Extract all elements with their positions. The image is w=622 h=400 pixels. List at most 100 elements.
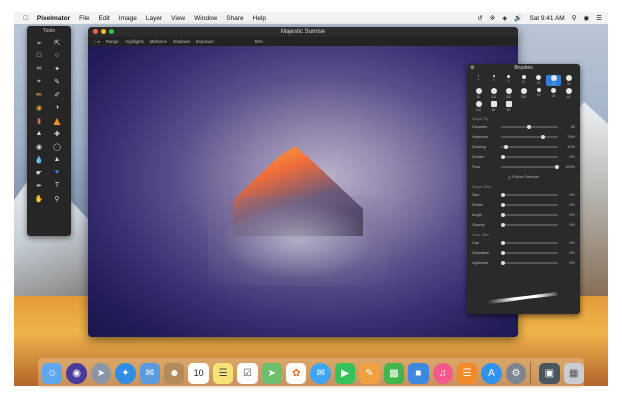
zoom-icon[interactable]: ⚲ [49,194,65,203]
exposure-value[interactable]: 50% [255,39,263,44]
brush-preset[interactable]: 15 [531,75,546,86]
scatter-row[interactable]: Scatter 0% [467,152,580,162]
brush-preset[interactable]: 1 [471,75,486,86]
image-canvas[interactable] [88,46,518,337]
brush-preset[interactable]: 60 [501,101,516,112]
window-titlebar[interactable]: Majestic Sunrise [88,27,518,37]
clock[interactable]: Sat 9:41 AM [529,15,564,22]
pages-icon[interactable]: ✎ [359,362,380,384]
brush-preset[interactable]: 150 [501,88,516,99]
flow-row[interactable]: Flow 100% [467,162,580,172]
numbers-icon[interactable]: ▩ [383,362,405,384]
follow-direction-checkbox[interactable]: ☐ Follow Direction [467,172,580,182]
clone-stamp-icon[interactable]: ▲ [31,129,47,138]
flame-icon[interactable]: ▲ [49,114,65,128]
brush-preset[interactable]: 100 [486,88,501,99]
hand-icon[interactable]: ✋ [31,194,47,203]
eyedropper-icon[interactable]: ✎ [49,77,65,86]
brush-preset[interactable]: 20 [546,88,561,99]
ellipse-select-icon[interactable]: ○ [49,51,65,60]
maps-icon[interactable]: ➤ [261,362,283,384]
facetime-icon[interactable]: ▶ [334,362,356,384]
hue-jitter-row[interactable]: Hue 0% [467,238,580,248]
smudge-icon[interactable]: ☛ [31,168,47,177]
appstore-icon[interactable]: A [481,362,502,384]
calendar-icon[interactable]: 10 [188,362,209,384]
angle-jitter-row[interactable]: Angle 0% [467,210,580,220]
heal-icon[interactable]: ✚ [49,129,65,138]
spacing-row[interactable]: Spacing 10% [467,142,580,152]
magic-wand-icon[interactable]: ✦ [49,64,65,73]
shadows-radio[interactable]: Shadows [173,39,190,44]
brush-preset[interactable]: 10 [531,88,546,99]
brush-preset-selected[interactable]: 20 [546,75,561,86]
paint-bucket-icon[interactable]: ◉ [31,103,47,112]
brush-preset[interactable]: 3 [486,75,501,86]
type-icon[interactable]: T [49,181,65,190]
red-eye-icon[interactable]: ◉ [31,142,47,151]
lasso-icon[interactable]: ∞ [31,64,47,73]
bluetooth-icon[interactable]: ※ [490,14,495,22]
brush-preset[interactable]: 80 [486,101,501,112]
gradient-icon[interactable]: ◑ [49,103,65,112]
reminders-icon[interactable]: ☑ [237,362,258,384]
blur-icon[interactable]: 💧 [31,155,47,164]
brushes-settings-icon[interactable]: ⚙ [470,64,474,73]
messages-icon[interactable]: ✉ [310,362,331,384]
brush-preset[interactable]: 100 [471,101,486,112]
brush-icon[interactable]: ✐ [49,90,65,99]
menu-file[interactable]: File [79,15,89,22]
time-machine-icon[interactable]: ↺ [477,14,482,22]
sponge-icon[interactable]: ◯ [49,142,65,151]
volume-icon[interactable]: 🔊 [514,14,522,22]
highlights-radio[interactable]: Highlights [125,39,143,44]
stroke-jitter-row[interactable]: Stroke 0% [467,200,580,210]
app-menu[interactable]: Pixelmator [37,15,70,22]
menu-layer[interactable]: Layer [146,15,162,22]
ibooks-icon[interactable]: ☰ [456,362,478,384]
sharpen-icon[interactable]: ▲ [49,155,65,164]
pen-icon[interactable]: ✒ [31,181,47,190]
brush-preset[interactable]: 5 [501,75,516,86]
finder-icon[interactable]: ☺ [42,362,63,384]
brush-preset[interactable]: 40 [561,88,576,99]
menu-share[interactable]: Share [226,15,243,22]
eraser-icon[interactable]: ▮ [31,116,47,125]
itunes-icon[interactable]: ♫ [432,362,453,384]
opacity-jitter-row[interactable]: Opacity 0% [467,220,580,230]
launchpad-icon[interactable]: ➤ [90,362,112,384]
notes-icon[interactable]: ☰ [212,362,234,384]
arrange-tool-icon[interactable]: ⇱ [49,38,65,47]
menu-edit[interactable]: Edit [99,15,110,22]
lightness-jitter-row[interactable]: Lightness 0% [467,258,580,268]
menu-view[interactable]: View [171,15,185,22]
keynote-icon[interactable]: ■ [408,362,429,384]
apple-menu-icon[interactable]:  [23,15,28,22]
brush-preset[interactable]: 30 [561,75,576,86]
menu-window[interactable]: Window [194,15,217,22]
menu-image[interactable]: Image [119,15,137,22]
pixelmator-icon[interactable]: ▣ [539,362,560,384]
siri-menu-icon[interactable]: ◉ [584,14,590,22]
size-jitter-row[interactable]: Size 0% [467,190,580,200]
preferences-icon[interactable]: ⚙ [505,362,527,384]
siri-icon[interactable]: ◉ [66,362,87,384]
notification-center-icon[interactable]: ☰ [596,14,602,22]
mail-icon[interactable]: ✉ [139,362,161,384]
contacts-icon[interactable]: ☻ [164,362,185,384]
shape-icon[interactable]: ♥ [49,168,65,177]
menu-help[interactable]: Help [253,15,266,22]
spotlight-icon[interactable]: ⚲ [572,14,577,22]
photos-icon[interactable]: ✿ [286,362,307,384]
trash-icon[interactable]: ▦ [563,362,584,384]
crop-icon[interactable]: ⌖ [31,77,47,86]
brush-preview[interactable]: ○ ▾ [94,39,100,44]
diameter-row[interactable]: Diameter 50 [467,122,580,132]
wifi-icon[interactable]: ◈ [502,14,507,22]
pencil-icon[interactable]: ✏ [31,90,47,99]
midtones-radio[interactable]: Midtones [150,39,167,44]
hardness-row[interactable]: Hardness 76% [467,132,580,142]
rect-select-icon[interactable]: □ [31,51,47,60]
brush-preset[interactable]: 200 [516,88,531,99]
safari-icon[interactable]: ✦ [115,362,136,384]
